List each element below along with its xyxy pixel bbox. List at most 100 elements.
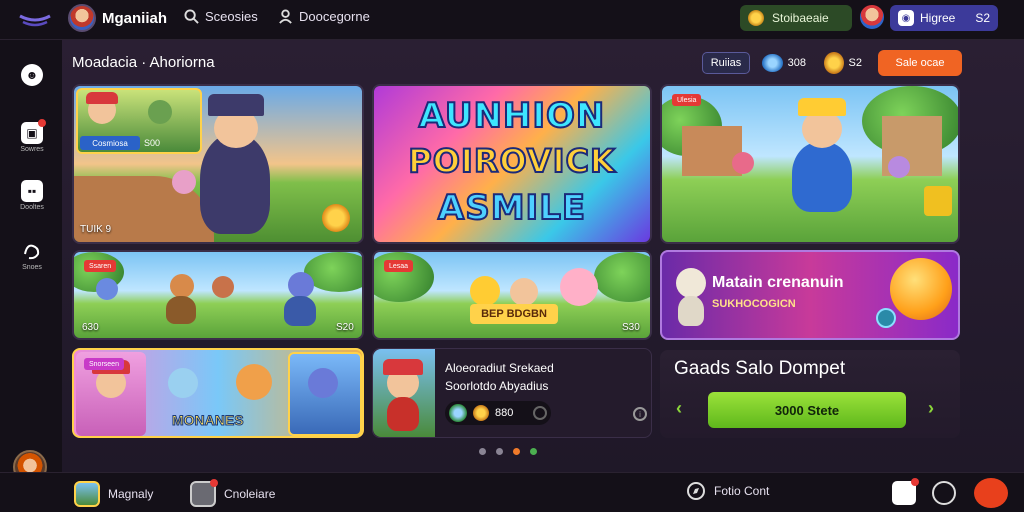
- promo-title: Gaads Salo Dompet: [674, 358, 846, 379]
- nav-category-label: Doocegorne: [299, 9, 370, 24]
- carousel-dots: [479, 448, 537, 455]
- next-arrow-icon[interactable]: ›: [928, 398, 934, 419]
- game-card-5[interactable]: BEP BDGBN Lesaa S30: [372, 250, 652, 340]
- notification-dot: [38, 119, 46, 127]
- nav-search[interactable]: Sceosies: [184, 9, 258, 24]
- sale-button-label: Sale ocae: [895, 57, 945, 69]
- search-icon: [184, 9, 199, 24]
- bottom-tab-contact[interactable]: Fotio Cont: [686, 481, 769, 501]
- app-title: Mganiiah: [102, 10, 168, 27]
- inset-number: S00: [144, 138, 161, 148]
- stats-pill: 880: [445, 401, 551, 425]
- coins-button[interactable]: Stoibaeaie: [740, 5, 852, 31]
- logo-icon[interactable]: [18, 12, 52, 28]
- hero-title-line2: POIROVICK: [407, 141, 616, 181]
- card-right-count: S30: [622, 322, 640, 333]
- game-thumb-icon: [74, 481, 100, 507]
- bottom-tab-magnaly[interactable]: Magnaly: [74, 481, 153, 507]
- carousel-dot[interactable]: [530, 448, 537, 455]
- card-banner: MONANES: [172, 412, 245, 429]
- hero-title-line1: AUNHION: [418, 95, 606, 137]
- shop-icon[interactable]: [974, 478, 1008, 508]
- card-badge: Lesaa: [384, 260, 414, 272]
- coins-label: Stoibaeaie: [772, 11, 829, 25]
- hand-icon: [24, 244, 40, 260]
- event-subtitle: SUKHOCOGICN: [712, 298, 796, 310]
- bottom-tab-label: Magnaly: [108, 487, 154, 501]
- card-banner: BEP BDGBN: [470, 304, 558, 324]
- timer-icon: [533, 406, 547, 420]
- user-icon: [279, 9, 292, 24]
- nav-search-label: Sceosies: [205, 9, 258, 24]
- sidebar-item-label: Dooltes: [20, 204, 44, 211]
- nav-category[interactable]: Doocegorne: [278, 9, 370, 24]
- inbox-icon[interactable]: [892, 478, 919, 505]
- sidebar-item-label: Snoes: [22, 264, 42, 271]
- event-banner-card[interactable]: Matain crenanuin SUKHOCOGICN: [660, 250, 960, 340]
- profile-avatar[interactable]: [860, 5, 884, 29]
- top-bar: Mganiiah Sceosies Doocegorne Stoibaeaie …: [0, 0, 1024, 40]
- message-icon: ▪▪: [21, 180, 43, 202]
- bottom-tab-label: Cnoleiare: [224, 487, 276, 501]
- carousel-dot-active[interactable]: [513, 448, 520, 455]
- game-card-1[interactable]: Cosmiosa S00 TUIK 9: [72, 84, 364, 244]
- prev-arrow-icon[interactable]: ‹: [676, 398, 682, 419]
- bottom-bar: Magnaly Cnoleiare Fotio Cont: [0, 472, 1024, 512]
- card-inset: Cosmiosa S00: [76, 88, 202, 154]
- promo-card: Gaads Salo Dompet ‹ 3000 Stete ›: [660, 350, 960, 438]
- main-content: Moadacia · Ahoriorna Ruiias 308 S2 Sale …: [62, 40, 1024, 472]
- hero-title-line3: ASMILE: [437, 187, 587, 229]
- store-icon: ▣: [21, 119, 46, 144]
- globe-icon: [449, 404, 467, 422]
- card-left-count: 630: [82, 322, 99, 333]
- game-card-7[interactable]: Snorseen MONANES: [72, 348, 364, 438]
- card-right-count: S20: [336, 322, 354, 333]
- sidebar-item-social[interactable]: Snoes: [14, 240, 50, 271]
- gallery-icon: [190, 479, 218, 507]
- info-subtitle: Soorlotdo Abyadius: [445, 379, 549, 393]
- gems-counter: 308: [756, 52, 812, 74]
- compass-icon: [687, 482, 705, 500]
- page-title: Moadacia · Ahoriorna: [72, 54, 215, 71]
- card-badge: Snorseen: [84, 358, 124, 370]
- card-badge: Ulesia: [672, 94, 702, 106]
- filter-chip[interactable]: Ruiias: [702, 52, 750, 74]
- sidebar-item-home[interactable]: ☻: [14, 64, 50, 86]
- user-count: S2: [975, 11, 990, 25]
- user-badge-icon: ◉: [898, 10, 914, 26]
- user-button[interactable]: ◉ Higree S2: [890, 5, 998, 31]
- coin-icon: [748, 10, 764, 26]
- stat-value: 880: [495, 407, 514, 419]
- event-title: Matain crenanuin: [712, 274, 844, 291]
- gold-value: S2: [848, 57, 862, 69]
- bottom-tab-label: Fotio Cont: [714, 484, 770, 498]
- sidebar: ☻ ▣ Sowres ▪▪ Dooltes Snoes: [0, 40, 62, 472]
- info-icon[interactable]: i: [633, 407, 647, 421]
- card-caption: TUIK 9: [80, 224, 112, 235]
- ghost-icon: ☻: [21, 64, 43, 86]
- game-card-3[interactable]: Ulesia: [660, 84, 960, 244]
- smiley-icon: [890, 258, 952, 320]
- inset-label: Cosmiosa: [80, 136, 140, 150]
- sidebar-item-messages[interactable]: ▪▪ Dooltes: [14, 180, 50, 211]
- carousel-dot[interactable]: [479, 448, 486, 455]
- hero-card[interactable]: AUNHION POIROVICK ASMILE: [372, 84, 652, 244]
- controller-icon[interactable]: [932, 481, 956, 505]
- bottom-tab-category[interactable]: Cnoleiare: [190, 479, 276, 507]
- gem-icon: [762, 54, 783, 72]
- game-info-card[interactable]: Aloeoradiut Srekaed Soorlotdo Abyadius 8…: [372, 348, 652, 438]
- game-card-4[interactable]: Ssaren 630 S20: [72, 250, 364, 340]
- gold-coin-icon: [824, 52, 844, 74]
- carousel-dot[interactable]: [496, 448, 503, 455]
- sale-button[interactable]: Sale ocae: [878, 50, 962, 76]
- info-title: Aloeoradiut Srekaed: [445, 361, 554, 375]
- gold-counter: S2: [818, 52, 868, 74]
- sidebar-item-store[interactable]: ▣ Sowres: [14, 119, 50, 153]
- avatar[interactable]: [68, 4, 96, 32]
- promo-buy-button[interactable]: 3000 Stete: [708, 392, 906, 428]
- filter-chip-label: Ruiias: [710, 57, 742, 69]
- coin-icon: [473, 405, 489, 421]
- card-badge: Ssaren: [84, 260, 117, 272]
- gems-value: 308: [787, 57, 806, 69]
- user-label: Higree: [920, 11, 956, 25]
